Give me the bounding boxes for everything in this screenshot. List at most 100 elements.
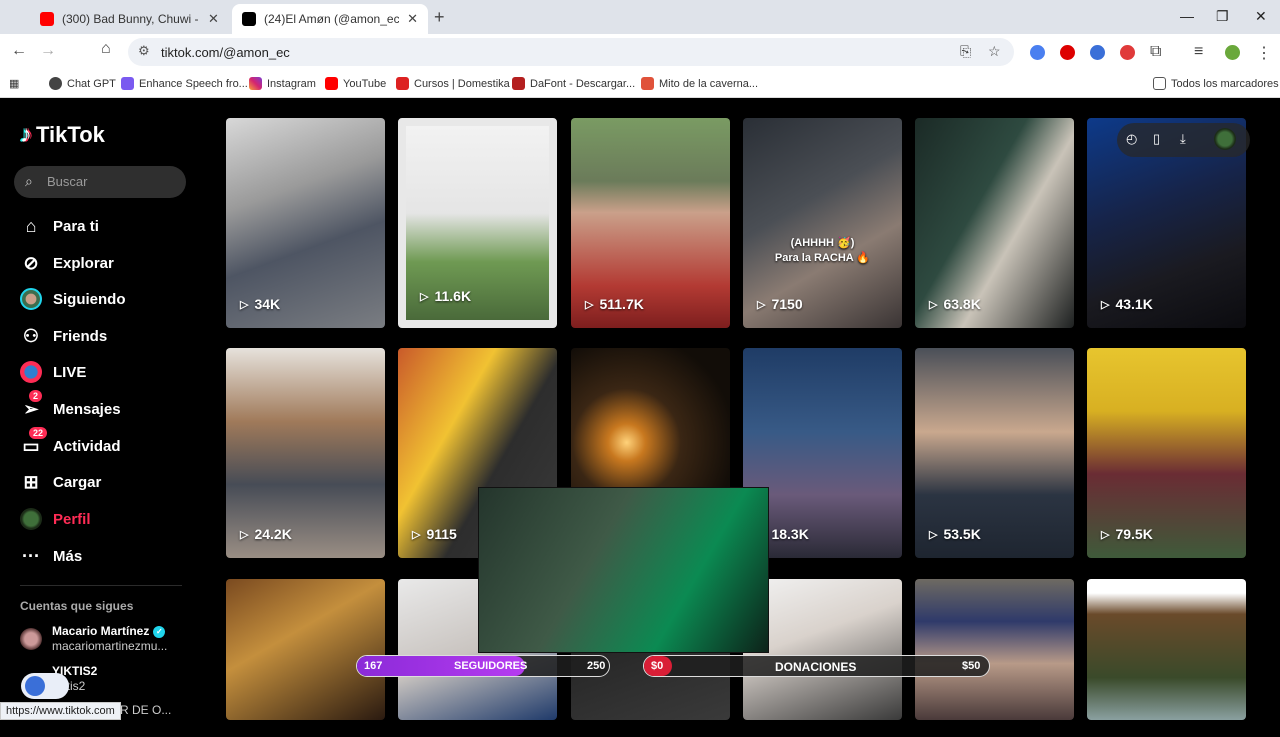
nav-siguiendo[interactable]: Siguiendo [20,288,126,310]
avatar[interactable] [1214,128,1236,150]
followed-account[interactable]: Macario Martínez ✓ macariomartinezmu... [20,624,200,658]
chatgpt-icon [49,77,62,90]
play-icon: ▷ [240,528,249,541]
bookmark-instagram[interactable]: Instagram [249,77,316,90]
search-icon: ⌕ [25,173,33,189]
search-input[interactable]: ⌕ Buscar [14,166,186,198]
bookmark-chatgpt[interactable]: Chat GPT [49,77,116,90]
extension-pill[interactable] [21,673,69,699]
followers-goal-bar: 167 SEGUIDORES 250 [356,655,610,677]
video-card[interactable]: (AHHHH 🥳) Para la RACHA 🔥 ▷ 7150 [743,118,902,328]
activity-icon: ▭ 22 [20,427,48,457]
browser-toolbar: ← → ⌂ ⚙ tiktok.com/@amon_ec ⎘ ☆ ⧉ ≡ ⋮ [0,34,1280,70]
video-card[interactable]: ▷ 34K [226,118,385,328]
media-control-icon[interactable]: ≡ [1194,43,1203,61]
home-icon[interactable]: ⌂ [101,40,111,58]
video-card[interactable]: ▷ 511.7K [571,118,730,328]
forward-icon[interactable]: → [40,42,56,60]
video-card[interactable] [915,579,1074,720]
close-window-icon[interactable]: ✕ [1255,8,1267,25]
maximize-icon[interactable]: ❐ [1216,8,1229,25]
home-icon: ⌂ [25,215,37,236]
address-bar[interactable]: ⚙ tiktok.com/@amon_ec ⎘ ☆ [128,38,1014,66]
site-info-icon[interactable]: ⚙ [138,43,150,59]
play-icon: ▷ [929,528,938,541]
messages-icon: ➢ 2 [20,390,43,420]
video-card[interactable] [226,579,385,720]
nav-mas[interactable]: ··· Más [20,545,82,567]
status-bar-url: https://www.tiktok.com [0,702,121,720]
view-count: ▷ 24.2K [240,526,292,542]
nav-perfil[interactable]: Perfil [20,508,91,530]
friends-icon: ⚇ [22,325,40,346]
record-extension-icon[interactable] [1120,45,1135,60]
profile-icon [20,508,42,530]
nav-live[interactable]: LIVE [20,361,86,383]
video-card[interactable]: ▷ 24.2K [226,348,385,558]
view-count: ▷ 34K [240,296,281,312]
nav-friends[interactable]: ⚇ Friends [20,325,107,347]
translate-extension-icon[interactable] [1030,45,1045,60]
donations-current: $0 [651,660,664,672]
adblock-extension-icon[interactable] [1060,45,1075,60]
youtube-favicon-icon [40,12,54,26]
play-icon: ▷ [929,298,938,311]
enhance-icon [121,77,134,90]
tab-title: (24)El Amøn (@amon_ec) | TikT [264,12,400,26]
bookmark-enhance-speech[interactable]: Enhance Speech fro... [121,77,248,90]
back-icon[interactable]: ← [11,42,27,60]
url-text[interactable]: tiktok.com/@amon_ec [161,45,290,60]
bookmark-youtube[interactable]: YouTube [325,77,386,90]
profile-avatar-icon[interactable] [1225,45,1240,60]
nav-actividad[interactable]: ▭ 22 Actividad [20,427,121,457]
all-bookmarks-folder[interactable]: Todos los marcadores [1153,77,1279,90]
speed-icon[interactable]: ◴ [1126,131,1137,147]
nav-para-ti[interactable]: ⌂ Para ti [20,215,99,237]
sidebar-divider [20,585,182,586]
bookmark-dafont[interactable]: DaFont - Descargar... [512,77,635,90]
nav-explorar[interactable]: ⊘ Explorar [20,252,113,274]
play-icon: ▷ [412,528,421,541]
view-count: ▷ 7150 [757,296,803,312]
video-card[interactable]: ▷ 11.6K [398,118,557,328]
apps-grid-icon[interactable]: ▦ [9,77,19,90]
close-tab-icon[interactable]: ✕ [407,11,418,27]
view-count: ▷ 11.6K [420,288,472,304]
bookmark-domestika[interactable]: Cursos | Domestika [396,77,510,90]
tab-strip: (300) Bad Bunny, Chuwi - WELT ✕ (24)El A… [0,0,1280,34]
device-icon[interactable]: ▯ [1153,131,1160,147]
bookmark-star-icon[interactable]: ☆ [988,43,1001,60]
minimize-icon[interactable]: — [1180,8,1194,24]
dafont-icon [512,77,525,90]
video-card[interactable]: ▷ 53.5K [915,348,1074,558]
play-icon: ▷ [1101,298,1110,311]
new-tab-icon[interactable]: + [434,7,445,28]
followers-goal: 250 [587,660,606,672]
install-app-icon[interactable]: ⎘ [960,43,971,60]
page-icon [641,77,654,90]
download-icon[interactable]: ⤓ [1180,131,1186,147]
avatar [20,628,42,650]
extension-icon[interactable] [1090,45,1105,60]
youtube-icon [325,77,338,90]
folder-icon [1153,77,1166,90]
sidebar: ♪ TikTok ⌕ Buscar ⌂ Para ti ⊘ Explorar S… [0,99,205,720]
tab-tiktok[interactable]: (24)El Amøn (@amon_ec) | TikT ✕ [232,4,428,34]
close-tab-icon[interactable]: ✕ [208,11,219,27]
nav-mensajes[interactable]: ➢ 2 Mensajes [20,390,121,420]
video-card[interactable]: ▷ 79.5K [1087,348,1246,558]
extensions-puzzle-icon[interactable]: ⧉ [1150,43,1161,61]
bookmark-mito-caverna[interactable]: Mito de la caverna... [641,77,758,90]
tab-youtube[interactable]: (300) Bad Bunny, Chuwi - WELT ✕ [30,4,230,34]
view-count: ▷ 63.8K [929,296,981,312]
account-handle: yiktis2 [52,679,192,693]
video-card[interactable] [1087,579,1246,720]
tiktok-logo[interactable]: ♪ TikTok [20,121,105,149]
instagram-icon [249,77,262,90]
domestika-icon [396,77,409,90]
menu-kebab-icon[interactable]: ⋮ [1256,43,1272,63]
account-name: Macario Martínez ✓ [52,624,166,638]
video-card[interactable]: ▷ 63.8K [915,118,1074,328]
compass-icon: ⊘ [23,252,39,273]
nav-cargar[interactable]: ⊞ Cargar [20,471,101,493]
